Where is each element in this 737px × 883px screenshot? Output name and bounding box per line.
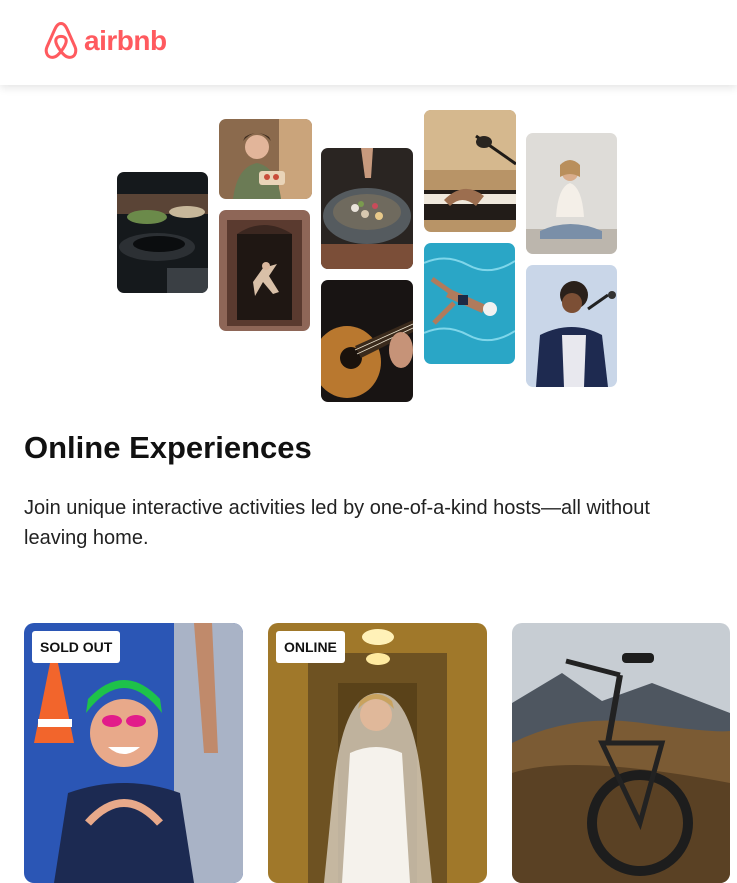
photo-guitar-playing: [321, 280, 413, 402]
hero-collage: [0, 85, 737, 415]
experience-card[interactable]: ONLINE: [268, 623, 487, 883]
experience-card[interactable]: SOLD OUT: [24, 623, 243, 883]
card-image-mountain-bike: [512, 623, 730, 883]
experience-card[interactable]: [512, 623, 730, 883]
status-badge: SOLD OUT: [32, 631, 121, 663]
photo-food-bowl: [321, 148, 413, 269]
page-title: Online Experiences: [24, 430, 312, 465]
photo-microphone-keyboard: [424, 110, 516, 232]
airbnb-logo[interactable]: airbnb: [42, 20, 167, 62]
navbar: airbnb: [0, 0, 737, 85]
page-description: Join unique interactive activities led b…: [24, 497, 650, 549]
status-badge: ONLINE: [276, 631, 345, 663]
photo-cooking-pans: [117, 172, 208, 293]
photo-woman-holding-food: [219, 119, 312, 199]
photo-singer-microphone: [526, 265, 617, 387]
photo-swimmer-pool: [424, 243, 515, 364]
photo-dancer-in-doorway: [219, 210, 310, 331]
airbnb-belo-icon: [44, 21, 78, 59]
logo-text: airbnb: [84, 25, 167, 56]
photo-yoga-meditation: [526, 133, 617, 254]
